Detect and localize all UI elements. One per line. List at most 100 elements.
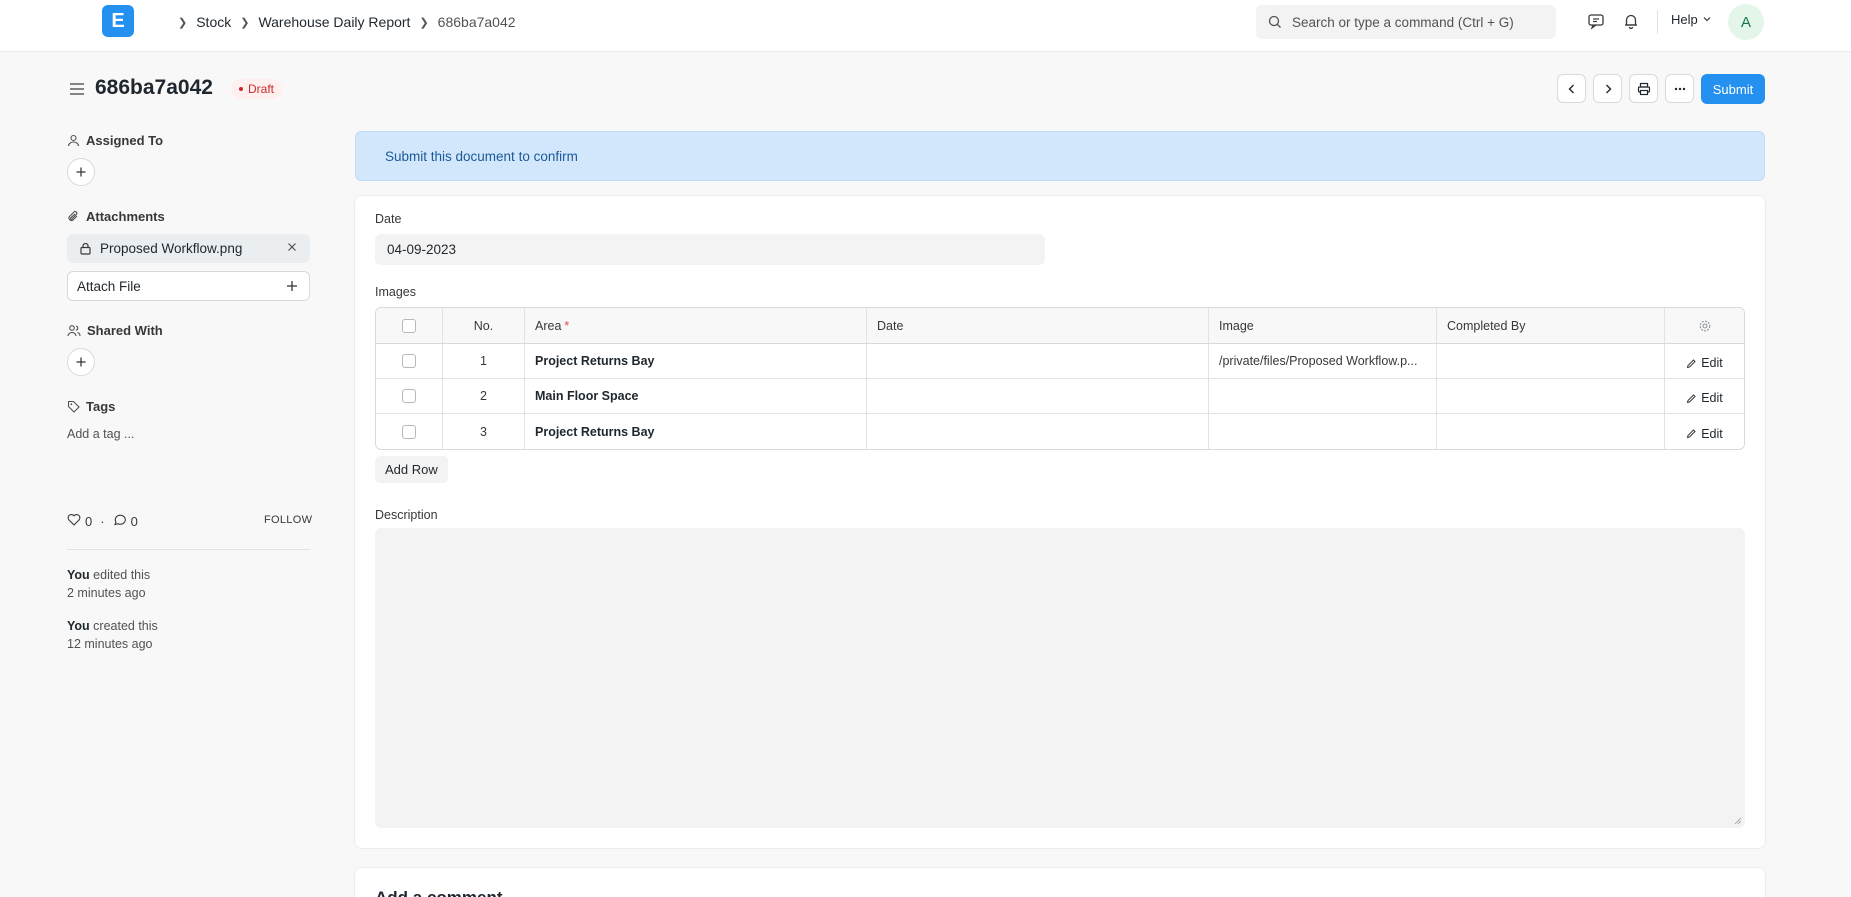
search-placeholder: Search or type a command (Ctrl + G) <box>1292 14 1514 30</box>
submit-button[interactable]: Submit <box>1701 74 1765 104</box>
heart-icon[interactable] <box>67 513 81 529</box>
attachment-name[interactable]: Proposed Workflow.png <box>100 241 242 256</box>
attachment-item[interactable]: Proposed Workflow.png <box>67 234 310 263</box>
comment-section-card: Add a comment <box>354 867 1766 897</box>
date-cell[interactable] <box>867 379 1209 413</box>
help-label: Help <box>1671 12 1698 27</box>
pencil-icon <box>1687 393 1696 403</box>
likes-count: 0 <box>85 513 93 529</box>
plus-icon <box>285 279 299 293</box>
nav-divider <box>1657 10 1658 34</box>
column-header-date: Date <box>867 308 1209 343</box>
follow-button[interactable]: FOLLOW <box>264 514 312 526</box>
tags-label: Tags <box>67 399 115 414</box>
chat-icon[interactable] <box>1585 10 1607 32</box>
breadcrumb-current: 686ba7a042 <box>437 14 516 30</box>
app-logo[interactable]: E <box>102 5 134 37</box>
date-cell[interactable] <box>867 344 1209 378</box>
breadcrumb-stock[interactable]: Stock <box>196 14 231 30</box>
completed-by-cell[interactable] <box>1437 414 1665 449</box>
breadcrumb: ❯ Stock ❯ Warehouse Daily Report ❯ 686ba… <box>178 12 516 32</box>
completed-by-cell[interactable] <box>1437 344 1665 378</box>
status-label: Draft <box>248 82 275 96</box>
sidebar-toggle-icon[interactable] <box>68 80 86 98</box>
chevron-right-icon <box>1605 84 1611 93</box>
table-header-row: No. Area * Date Image Completed By <box>376 308 1744 344</box>
description-field[interactable] <box>375 528 1745 828</box>
area-cell[interactable]: Project Returns Bay <box>525 414 867 449</box>
page-title: 686ba7a042 <box>95 76 213 99</box>
table-row[interactable]: 1 Project Returns Bay /private/files/Pro… <box>376 344 1744 379</box>
user-icon <box>67 134 80 147</box>
select-all-checkbox[interactable] <box>402 318 416 333</box>
next-doc-button[interactable] <box>1593 74 1622 103</box>
column-header-area: Area * <box>525 308 867 343</box>
date-field-label: Date <box>375 212 402 226</box>
attachments-label: Attachments <box>67 209 165 224</box>
bell-icon[interactable] <box>1620 10 1642 32</box>
image-cell[interactable] <box>1209 414 1437 449</box>
lock-icon <box>80 242 91 255</box>
printer-icon <box>1637 82 1650 95</box>
row-checkbox[interactable] <box>402 424 416 439</box>
navbar: E ❯ Stock ❯ Warehouse Daily Report ❯ 686… <box>0 0 1851 52</box>
previous-doc-button[interactable] <box>1557 74 1586 103</box>
help-dropdown[interactable]: Help <box>1671 12 1712 27</box>
date-cell[interactable] <box>867 414 1209 449</box>
assigned-to-label: Assigned To <box>67 133 163 148</box>
timeline-item: You edited this 2 minutes ago <box>67 568 151 600</box>
plus-icon <box>76 357 86 367</box>
edit-row-button[interactable]: Edit <box>1686 391 1723 405</box>
status-badge: Draft <box>231 79 283 99</box>
row-checkbox[interactable] <box>402 354 416 368</box>
shared-with-label: Shared With <box>67 323 163 338</box>
row-checkbox[interactable] <box>402 389 416 403</box>
settings-icon[interactable] <box>1665 308 1744 343</box>
share-button[interactable] <box>67 348 95 376</box>
attach-file-label: Attach File <box>77 278 141 294</box>
add-row-button[interactable]: Add Row <box>375 456 448 483</box>
separator-dot: · <box>100 513 105 529</box>
row-number: 3 <box>443 414 525 449</box>
chevron-right-icon: ❯ <box>419 16 429 29</box>
remove-attachment-icon[interactable] <box>286 241 298 253</box>
table-row[interactable]: 3 Project Returns Bay Edit <box>376 414 1744 449</box>
edit-row-button[interactable]: Edit <box>1686 356 1723 370</box>
divider <box>67 549 310 550</box>
breadcrumb-warehouse-daily-report[interactable]: Warehouse Daily Report <box>258 14 410 30</box>
avatar[interactable]: A <box>1728 4 1764 40</box>
add-assignee-button[interactable] <box>67 158 95 186</box>
chevron-down-icon <box>1702 12 1712 27</box>
chevron-right-icon: ❯ <box>178 16 188 29</box>
plus-icon <box>76 167 86 177</box>
images-table: No. Area * Date Image Completed By 1 Proj… <box>375 307 1745 450</box>
completed-by-cell[interactable] <box>1437 379 1665 413</box>
pencil-icon <box>1687 429 1696 439</box>
ellipsis-icon <box>1674 87 1685 90</box>
more-actions-button[interactable] <box>1665 74 1694 103</box>
area-cell[interactable]: Main Floor Space <box>525 379 867 413</box>
chevron-right-icon: ❯ <box>240 16 250 29</box>
description-label: Description <box>375 508 438 522</box>
table-row[interactable]: 2 Main Floor Space Edit <box>376 379 1744 414</box>
comment-icon[interactable] <box>113 513 127 529</box>
print-button[interactable] <box>1629 74 1658 103</box>
column-header-completed-by: Completed By <box>1437 308 1665 343</box>
row-number: 1 <box>443 344 525 378</box>
image-cell[interactable] <box>1209 379 1437 413</box>
search-icon <box>1268 15 1282 29</box>
timeline-item: You created this 12 minutes ago <box>67 619 158 651</box>
column-header-image: Image <box>1209 308 1437 343</box>
comment-section-title: Add a comment <box>375 888 503 897</box>
add-tag-link[interactable]: Add a tag ... <box>67 427 134 441</box>
search-input[interactable]: Search or type a command (Ctrl + G) <box>1256 5 1556 39</box>
image-cell[interactable]: /private/files/Proposed Workflow.p... <box>1209 344 1437 378</box>
images-label: Images <box>375 285 416 299</box>
date-field[interactable]: 04-09-2023 <box>375 234 1045 265</box>
area-cell[interactable]: Project Returns Bay <box>525 344 867 378</box>
edit-row-button[interactable]: Edit <box>1686 427 1723 441</box>
resize-handle-icon[interactable] <box>1734 817 1742 825</box>
chevron-left-icon <box>1568 84 1574 93</box>
attach-file-button[interactable]: Attach File <box>67 271 310 301</box>
likes-comments: 0 · 0 <box>67 513 138 529</box>
